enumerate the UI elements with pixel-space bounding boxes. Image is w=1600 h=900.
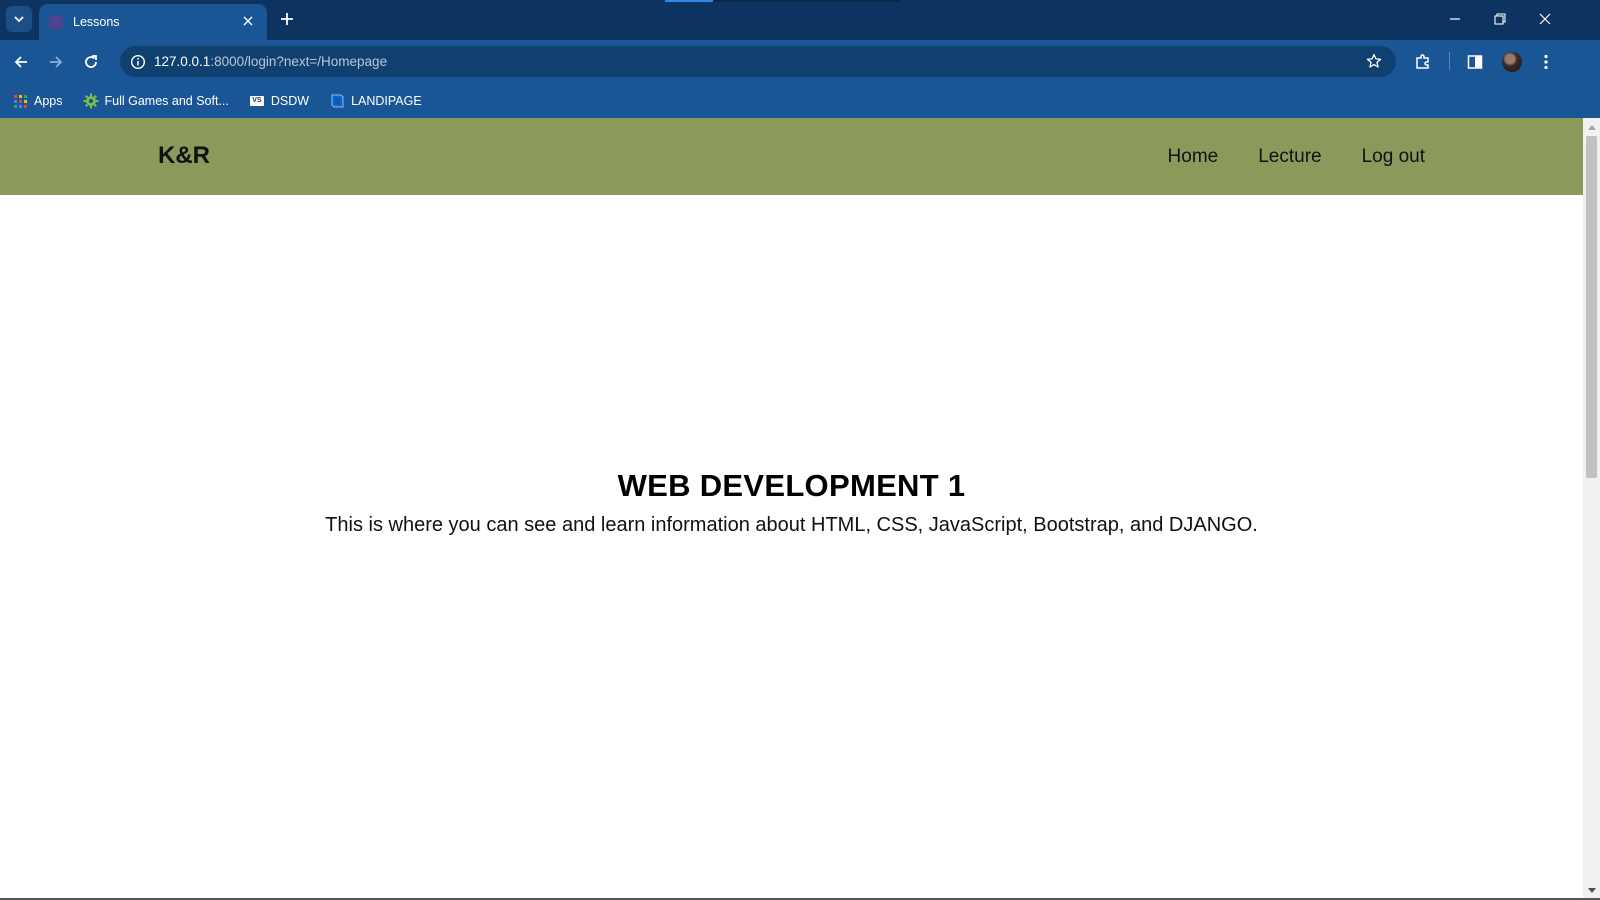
close-icon	[1539, 13, 1551, 25]
bookmarks-bar: Apps Full Games and Soft... VS DSDW LAND…	[0, 84, 1600, 118]
reload-icon	[85, 55, 97, 68]
new-tab-button[interactable]	[276, 8, 298, 30]
more-vertical-icon	[1544, 54, 1548, 70]
browser-tab-strip: Lessons	[0, 0, 1600, 40]
minimize-icon	[1450, 18, 1460, 20]
close-tab-icon[interactable]	[239, 13, 257, 31]
url-host: 127.0.0.1	[154, 54, 211, 69]
tab-favicon-icon	[49, 15, 63, 29]
arrow-left-icon	[14, 56, 27, 68]
scrollbar-thumb[interactable]	[1586, 136, 1597, 478]
page-scrollbar[interactable]	[1583, 118, 1600, 900]
chevron-down-icon	[14, 16, 24, 23]
extensions-button[interactable]	[1410, 49, 1436, 75]
bookmark-apps[interactable]: Apps	[12, 93, 63, 109]
apps-grid-icon	[12, 93, 28, 109]
tab-search-button[interactable]	[6, 6, 32, 32]
page-description: This is where you can see and learn info…	[325, 514, 1258, 536]
url-text: 127.0.0.1:8000/login?next=/Homepage	[154, 54, 387, 69]
scroll-down-arrow-icon[interactable]	[1583, 884, 1600, 898]
puzzle-icon	[1416, 54, 1429, 69]
nav-link-lecture[interactable]: Lecture	[1258, 146, 1321, 168]
nav-link-home[interactable]: Home	[1168, 146, 1219, 168]
bookmark-label: Apps	[34, 94, 63, 108]
restore-button[interactable]	[1485, 6, 1515, 32]
bookmark-label: Full Games and Soft...	[104, 94, 229, 108]
browser-tab[interactable]: Lessons	[39, 4, 267, 40]
vs-icon: VS	[249, 93, 265, 109]
bookmark-star-icon[interactable]	[1364, 51, 1384, 71]
toolbar-divider	[1449, 52, 1450, 70]
close-window-button[interactable]	[1530, 6, 1560, 32]
minimize-button[interactable]	[1440, 6, 1470, 32]
side-panel-icon	[1467, 55, 1483, 69]
bookmark-dsdw[interactable]: VS DSDW	[249, 93, 309, 109]
side-panel-button[interactable]	[1462, 49, 1488, 75]
back-button[interactable]	[8, 49, 34, 75]
bookmark-label: LANDIPAGE	[351, 94, 422, 108]
url-path: :8000/login?next=/Homepage	[210, 54, 388, 69]
reload-button[interactable]	[78, 49, 104, 75]
page-viewport: K&R Home Lecture Log out WEB DEVELOPMENT…	[0, 118, 1583, 900]
loading-indicator	[665, 0, 901, 2]
forward-button[interactable]	[43, 49, 69, 75]
browser-toolbar: 127.0.0.1:8000/login?next=/Homepage	[0, 40, 1600, 84]
tab-title: Lessons	[73, 15, 120, 29]
arrow-right-icon	[50, 56, 63, 68]
bookmark-full-games[interactable]: Full Games and Soft...	[83, 93, 229, 109]
plus-icon	[281, 13, 293, 25]
bookmark-landipage[interactable]: LANDIPAGE	[329, 93, 422, 109]
scroll-up-arrow-icon[interactable]	[1583, 120, 1600, 134]
site-navbar: K&R Home Lecture Log out	[0, 118, 1583, 195]
site-nav-links: Home Lecture Log out	[1128, 146, 1425, 168]
profile-avatar[interactable]	[1502, 52, 1522, 72]
hero-section: WEB DEVELOPMENT 1 This is where you can …	[0, 468, 1583, 537]
restore-icon	[1494, 13, 1506, 25]
browser-menu-button[interactable]	[1533, 49, 1559, 75]
site-brand[interactable]: K&R	[158, 142, 210, 170]
nav-link-logout[interactable]: Log out	[1362, 146, 1425, 168]
page-title: WEB DEVELOPMENT 1	[617, 468, 966, 503]
site-info-icon[interactable]	[128, 52, 148, 72]
bookmark-site-icon	[329, 93, 345, 109]
address-bar[interactable]: 127.0.0.1:8000/login?next=/Homepage	[120, 46, 1396, 77]
bookmark-label: DSDW	[270, 94, 310, 108]
gear-icon	[83, 93, 99, 109]
